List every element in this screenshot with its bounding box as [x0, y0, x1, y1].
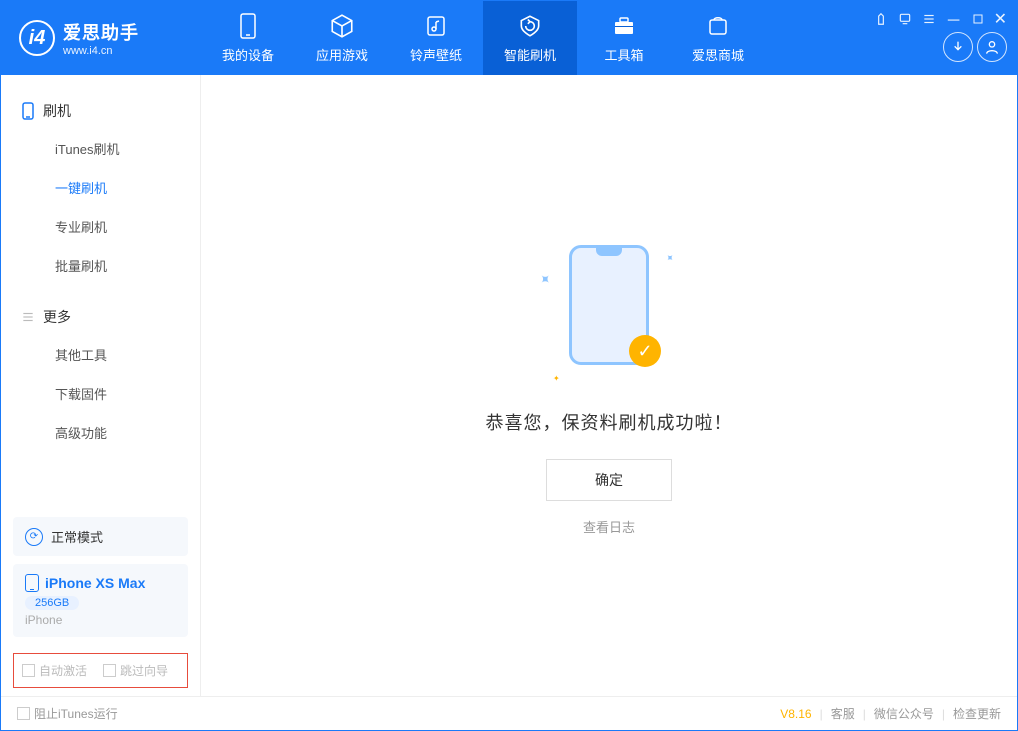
sidebar-item-pro-flash[interactable]: 专业刷机 — [1, 207, 200, 246]
nav-tab-ringtones[interactable]: 铃声壁纸 — [389, 1, 483, 75]
logo-area: i4 爱思助手 www.i4.cn — [1, 19, 201, 57]
footer-right: V8.16 | 客服 | 微信公众号 | 检查更新 — [780, 705, 1001, 722]
nav-tab-my-device[interactable]: 我的设备 — [201, 1, 295, 75]
nav-tab-label: 应用游戏 — [316, 45, 368, 64]
separator: | — [942, 707, 945, 721]
titlebar: － ✕ i4 爱思助手 www.i4.cn 我的设备 — [1, 1, 1017, 75]
skip-guide-checkbox[interactable]: 跳过向导 — [103, 662, 168, 679]
success-illustration: ✦ ✦ ✦ ✓ — [539, 235, 679, 385]
nav-tab-label: 铃声壁纸 — [410, 45, 462, 64]
minimize-button[interactable]: － — [946, 7, 962, 31]
nav-tab-apps[interactable]: 应用游戏 — [295, 1, 389, 75]
sidebar: 刷机 iTunes刷机 一键刷机 专业刷机 批量刷机 更多 其他工具 下载固件 … — [1, 75, 201, 696]
checkbox-icon — [22, 664, 35, 677]
sparkle-icon: ✦ — [662, 252, 676, 266]
sync-icon: ⟳ — [25, 528, 43, 546]
device-type: iPhone — [25, 613, 176, 627]
version-label: V8.16 — [780, 707, 811, 721]
separator: | — [863, 707, 866, 721]
store-icon — [705, 13, 731, 39]
sidebar-item-itunes-flash[interactable]: iTunes刷机 — [1, 129, 200, 168]
maximize-button[interactable] — [972, 13, 984, 25]
app-website: www.i4.cn — [63, 45, 139, 57]
status-message: 恭喜您，保资料刷机成功啦！ — [486, 409, 733, 435]
cube-icon — [329, 13, 355, 39]
sidebar-item-download-firmware[interactable]: 下载固件 — [1, 374, 200, 413]
nav-tab-toolbox[interactable]: 工具箱 — [577, 1, 671, 75]
close-button[interactable]: ✕ — [994, 9, 1007, 29]
menu-icon[interactable] — [922, 12, 936, 26]
check-update-link[interactable]: 检查更新 — [953, 705, 1001, 722]
nav-tab-store[interactable]: 爱思商城 — [671, 1, 765, 75]
refresh-icon — [517, 13, 543, 39]
sidebar-item-batch-flash[interactable]: 批量刷机 — [1, 246, 200, 285]
view-log-link[interactable]: 查看日志 — [583, 517, 635, 536]
support-link[interactable]: 客服 — [831, 705, 855, 722]
app-title: 爱思助手 — [63, 19, 139, 45]
device-icon — [235, 13, 261, 39]
toolbox-icon — [611, 13, 637, 39]
app-window: － ✕ i4 爱思助手 www.i4.cn 我的设备 — [0, 0, 1018, 731]
music-icon — [423, 13, 449, 39]
sidebar-section-more: 更多 — [1, 299, 200, 335]
device-capacity: 256GB — [25, 596, 79, 610]
nav-tab-label: 工具箱 — [604, 45, 643, 64]
nav-tabs: 我的设备 应用游戏 铃声壁纸 智能刷机 — [201, 1, 765, 75]
checkbox-label: 自动激活 — [39, 662, 87, 679]
section-title: 更多 — [43, 307, 71, 327]
section-title: 刷机 — [43, 101, 71, 121]
nav-tab-flash[interactable]: 智能刷机 — [483, 1, 577, 75]
phone-icon — [21, 102, 35, 120]
theme-icon[interactable] — [874, 12, 888, 26]
check-badge-icon: ✓ — [629, 335, 661, 367]
body: 刷机 iTunes刷机 一键刷机 专业刷机 批量刷机 更多 其他工具 下载固件 … — [1, 75, 1017, 696]
main-content: ✦ ✦ ✦ ✓ 恭喜您，保资料刷机成功啦！ 确定 查看日志 — [201, 75, 1017, 696]
download-button[interactable] — [943, 32, 973, 62]
checkbox-label: 阻止iTunes运行 — [34, 705, 118, 722]
sidebar-item-advanced[interactable]: 高级功能 — [1, 413, 200, 452]
phone-mini-icon — [25, 574, 39, 592]
wechat-link[interactable]: 微信公众号 — [874, 705, 934, 722]
checkbox-label: 跳过向导 — [120, 662, 168, 679]
list-icon — [21, 310, 35, 324]
sidebar-checkboxes: 自动激活 跳过向导 — [13, 653, 188, 688]
footer: 阻止iTunes运行 V8.16 | 客服 | 微信公众号 | 检查更新 — [1, 696, 1017, 730]
sparkle-icon: ✦ — [535, 269, 555, 289]
window-controls-top: － ✕ — [874, 7, 1007, 31]
feedback-icon[interactable] — [898, 12, 912, 26]
device-mode-card[interactable]: ⟳ 正常模式 — [13, 517, 188, 556]
sidebar-item-other-tools[interactable]: 其他工具 — [1, 335, 200, 374]
device-info-card[interactable]: iPhone XS Max 256GB iPhone — [13, 564, 188, 637]
sidebar-section-flash: 刷机 — [1, 93, 200, 129]
checkbox-icon — [17, 707, 30, 720]
device-name: iPhone XS Max — [45, 575, 145, 591]
sidebar-item-oneclick-flash[interactable]: 一键刷机 — [1, 168, 200, 207]
ok-button[interactable]: 确定 — [546, 459, 672, 501]
nav-tab-label: 智能刷机 — [504, 45, 556, 64]
mode-label: 正常模式 — [51, 527, 103, 546]
nav-tab-label: 我的设备 — [222, 45, 274, 64]
user-button[interactable] — [977, 32, 1007, 62]
sparkle-icon: ✦ — [553, 374, 560, 383]
nav-tab-label: 爱思商城 — [692, 45, 744, 64]
auto-activate-checkbox[interactable]: 自动激活 — [22, 662, 87, 679]
checkbox-icon — [103, 664, 116, 677]
logo-icon: i4 — [19, 20, 55, 56]
separator: | — [820, 707, 823, 721]
block-itunes-checkbox[interactable]: 阻止iTunes运行 — [17, 705, 118, 722]
logo-text: 爱思助手 www.i4.cn — [63, 19, 139, 57]
